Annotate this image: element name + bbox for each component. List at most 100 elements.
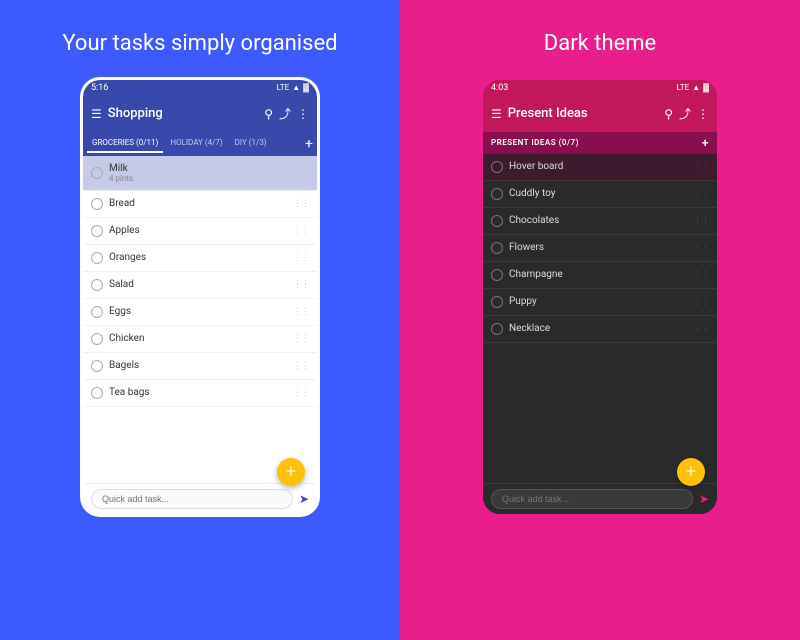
right-phone: 4:03 LTE ▲ ▓ ☰ Present Ideas ⚲ ⤴ ⋮ PRESE… [480,77,720,517]
task-text-wrap: Oranges [109,252,287,263]
left-battery-icon: ▓ [303,83,309,92]
left-share-icon[interactable]: ⤴ [279,105,291,122]
task-text-wrap: Tea bags [109,387,287,398]
drag-icon: ⋮⋮ [693,216,709,226]
task-item: Puppy ⋮⋮ [483,289,717,316]
task-circle[interactable] [491,242,503,254]
right-search-icon[interactable]: ⚲ [664,107,673,121]
task-text-wrap: Milk 4 pints [109,163,287,183]
task-item: Chocolates ⋮⋮ [483,208,717,235]
task-name: Cuddly toy [509,188,687,199]
tab-holiday[interactable]: HOLIDAY (4/7) [165,134,227,153]
task-text-wrap: Apples [109,225,287,236]
drag-icon: ⋮⋮ [693,324,709,334]
drag-icon: ⋮⋮ [293,334,309,344]
task-circle[interactable] [91,225,103,237]
left-panel-title: Your tasks simply organised [62,30,337,59]
task-circle[interactable] [91,387,103,399]
right-more-icon[interactable]: ⋮ [697,107,709,121]
task-circle[interactable] [491,161,503,173]
task-circle[interactable] [491,215,503,227]
task-name: Flowers [509,242,687,253]
task-name: Oranges [109,252,287,263]
right-battery-icon: ▓ [703,83,709,92]
right-status-icons: LTE ▲ ▓ [677,83,709,92]
right-share-icon[interactable]: ⤴ [679,105,691,122]
task-circle[interactable] [91,279,103,291]
task-item: Hover board ⋮⋮ [483,154,717,181]
drag-icon: ⋮⋮ [693,162,709,172]
left-lte-icon: LTE [277,83,290,92]
task-text-wrap: Cuddly toy [509,188,687,199]
task-circle[interactable] [491,188,503,200]
right-fab[interactable]: + [677,458,705,486]
task-text-wrap: Chicken [109,333,287,344]
right-phone-bottom: ➤ [483,483,717,514]
task-name: Bagels [109,360,287,371]
task-item: Oranges ⋮⋮ [83,245,317,272]
task-text-wrap: Bread [109,198,287,209]
right-signal-icon: ▲ [692,83,700,92]
right-list-add-icon[interactable]: + [702,136,709,150]
task-name: Bread [109,198,287,209]
task-circle[interactable] [491,323,503,335]
task-text-wrap: Bagels [109,360,287,371]
right-status-bar: 4:03 LTE ▲ ▓ [483,80,717,96]
task-item: Bagels ⋮⋮ [83,353,317,380]
left-send-icon[interactable]: ➤ [299,492,309,506]
task-circle[interactable] [491,269,503,281]
task-item: Flowers ⋮⋮ [483,235,717,262]
left-more-icon[interactable]: ⋮ [297,107,309,121]
right-panel: Dark theme 4:03 LTE ▲ ▓ ☰ Present Ideas … [400,0,800,640]
task-circle[interactable] [91,252,103,264]
task-item: Cuddly toy ⋮⋮ [483,181,717,208]
drag-icon: ⋮⋮ [293,253,309,263]
task-name: Chocolates [509,215,687,226]
task-name: Chicken [109,333,287,344]
left-signal-icon: ▲ [292,83,300,92]
left-quick-add-input[interactable] [91,489,293,509]
left-app-bar-title: Shopping [108,106,258,121]
right-send-icon[interactable]: ➤ [699,492,709,506]
left-add-tab-icon[interactable]: + [305,136,313,152]
task-name: Necklace [509,323,687,334]
task-circle[interactable] [491,296,503,308]
tab-groceries[interactable]: GROCERIES (0/11) [87,134,163,153]
task-circle[interactable] [91,333,103,345]
right-panel-title: Dark theme [544,30,656,59]
left-phone-bottom: ➤ [83,483,317,514]
right-list-header-text: PRESENT IDEAS (0/7) [491,138,579,147]
task-name: Puppy [509,296,687,307]
task-item: Necklace ⋮⋮ [483,316,717,343]
right-app-bar-title: Present Ideas [508,106,658,121]
drag-icon: ⋮⋮ [293,388,309,398]
task-item: Apples ⋮⋮ [83,218,317,245]
drag-icon: ⋮⋮ [293,361,309,371]
right-quick-add-input[interactable] [491,489,693,509]
task-circle[interactable] [91,167,103,179]
left-fab[interactable]: + [277,458,305,486]
task-circle[interactable] [91,198,103,210]
task-name: Salad [109,279,287,290]
left-status-icons: LTE ▲ ▓ [277,83,309,92]
right-list-header: PRESENT IDEAS (0/7) + [483,132,717,154]
task-circle[interactable] [91,306,103,318]
task-item: Eggs ⋮⋮ [83,299,317,326]
left-status-time: 5:16 [91,83,108,93]
task-name: Eggs [109,306,287,317]
drag-icon: ⋮⋮ [293,199,309,209]
task-item: Champagne ⋮⋮ [483,262,717,289]
right-app-bar: ☰ Present Ideas ⚲ ⤴ ⋮ [483,96,717,132]
tab-diy[interactable]: DIY (1/3) [230,134,272,153]
task-item: Salad ⋮⋮ [83,272,317,299]
drag-icon: ⋮⋮ [293,226,309,236]
left-menu-icon[interactable]: ☰ [91,107,102,121]
left-panel: Your tasks simply organised 5:16 LTE ▲ ▓… [0,0,400,640]
left-status-bar: 5:16 LTE ▲ ▓ [83,80,317,96]
task-sub: 4 pints [109,174,287,183]
right-task-list: Hover board ⋮⋮ Cuddly toy ⋮⋮ Chocolates [483,154,717,483]
left-search-icon[interactable]: ⚲ [264,107,273,121]
task-circle[interactable] [91,360,103,372]
right-list-container: Hover board ⋮⋮ Cuddly toy ⋮⋮ Chocolates [483,154,717,514]
right-menu-icon[interactable]: ☰ [491,107,502,121]
